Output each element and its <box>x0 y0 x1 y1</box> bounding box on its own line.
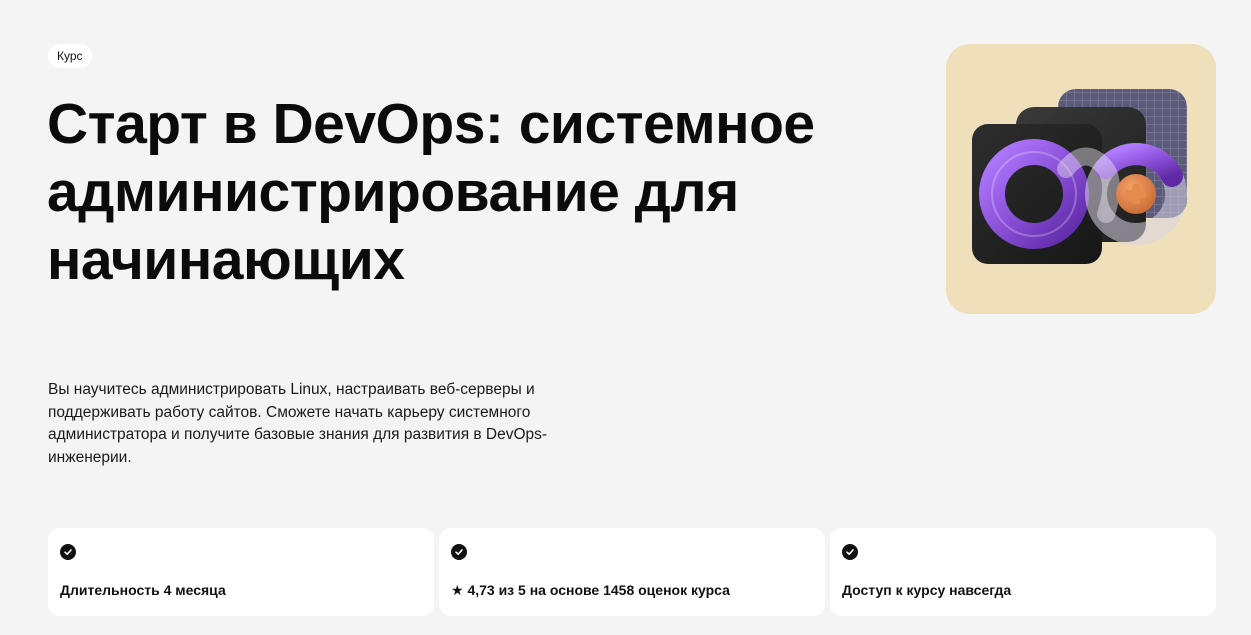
fact-text: Доступ к курсу навсегда <box>842 582 1012 598</box>
devops-infinity-illustration <box>972 89 1187 264</box>
fact-card-rating: ★ 4,73 из 5 на основе 1458 оценок курса <box>439 528 825 616</box>
course-cover-image <box>946 44 1216 314</box>
fact-text: ★ 4,73 из 5 на основе 1458 оценок курса <box>451 582 730 598</box>
page-title: Старт в DevOps: системное администрирова… <box>47 92 815 292</box>
course-type-badge: Курс <box>48 44 92 68</box>
check-circle-icon <box>842 544 858 560</box>
fact-text: Длительность 4 месяца <box>60 582 226 598</box>
course-hero: Курс Старт в DevOps: системное администр… <box>0 0 1251 635</box>
course-description: Вы научитесь администрировать Linux, нас… <box>48 381 548 466</box>
check-circle-icon <box>60 544 76 560</box>
course-facts: Длительность 4 месяца ★ 4,73 из 5 на осн… <box>48 528 1216 616</box>
fact-card-access: Доступ к курсу навсегда <box>830 528 1216 616</box>
check-circle-icon <box>451 544 467 560</box>
fact-card-duration: Длительность 4 месяца <box>48 528 434 616</box>
